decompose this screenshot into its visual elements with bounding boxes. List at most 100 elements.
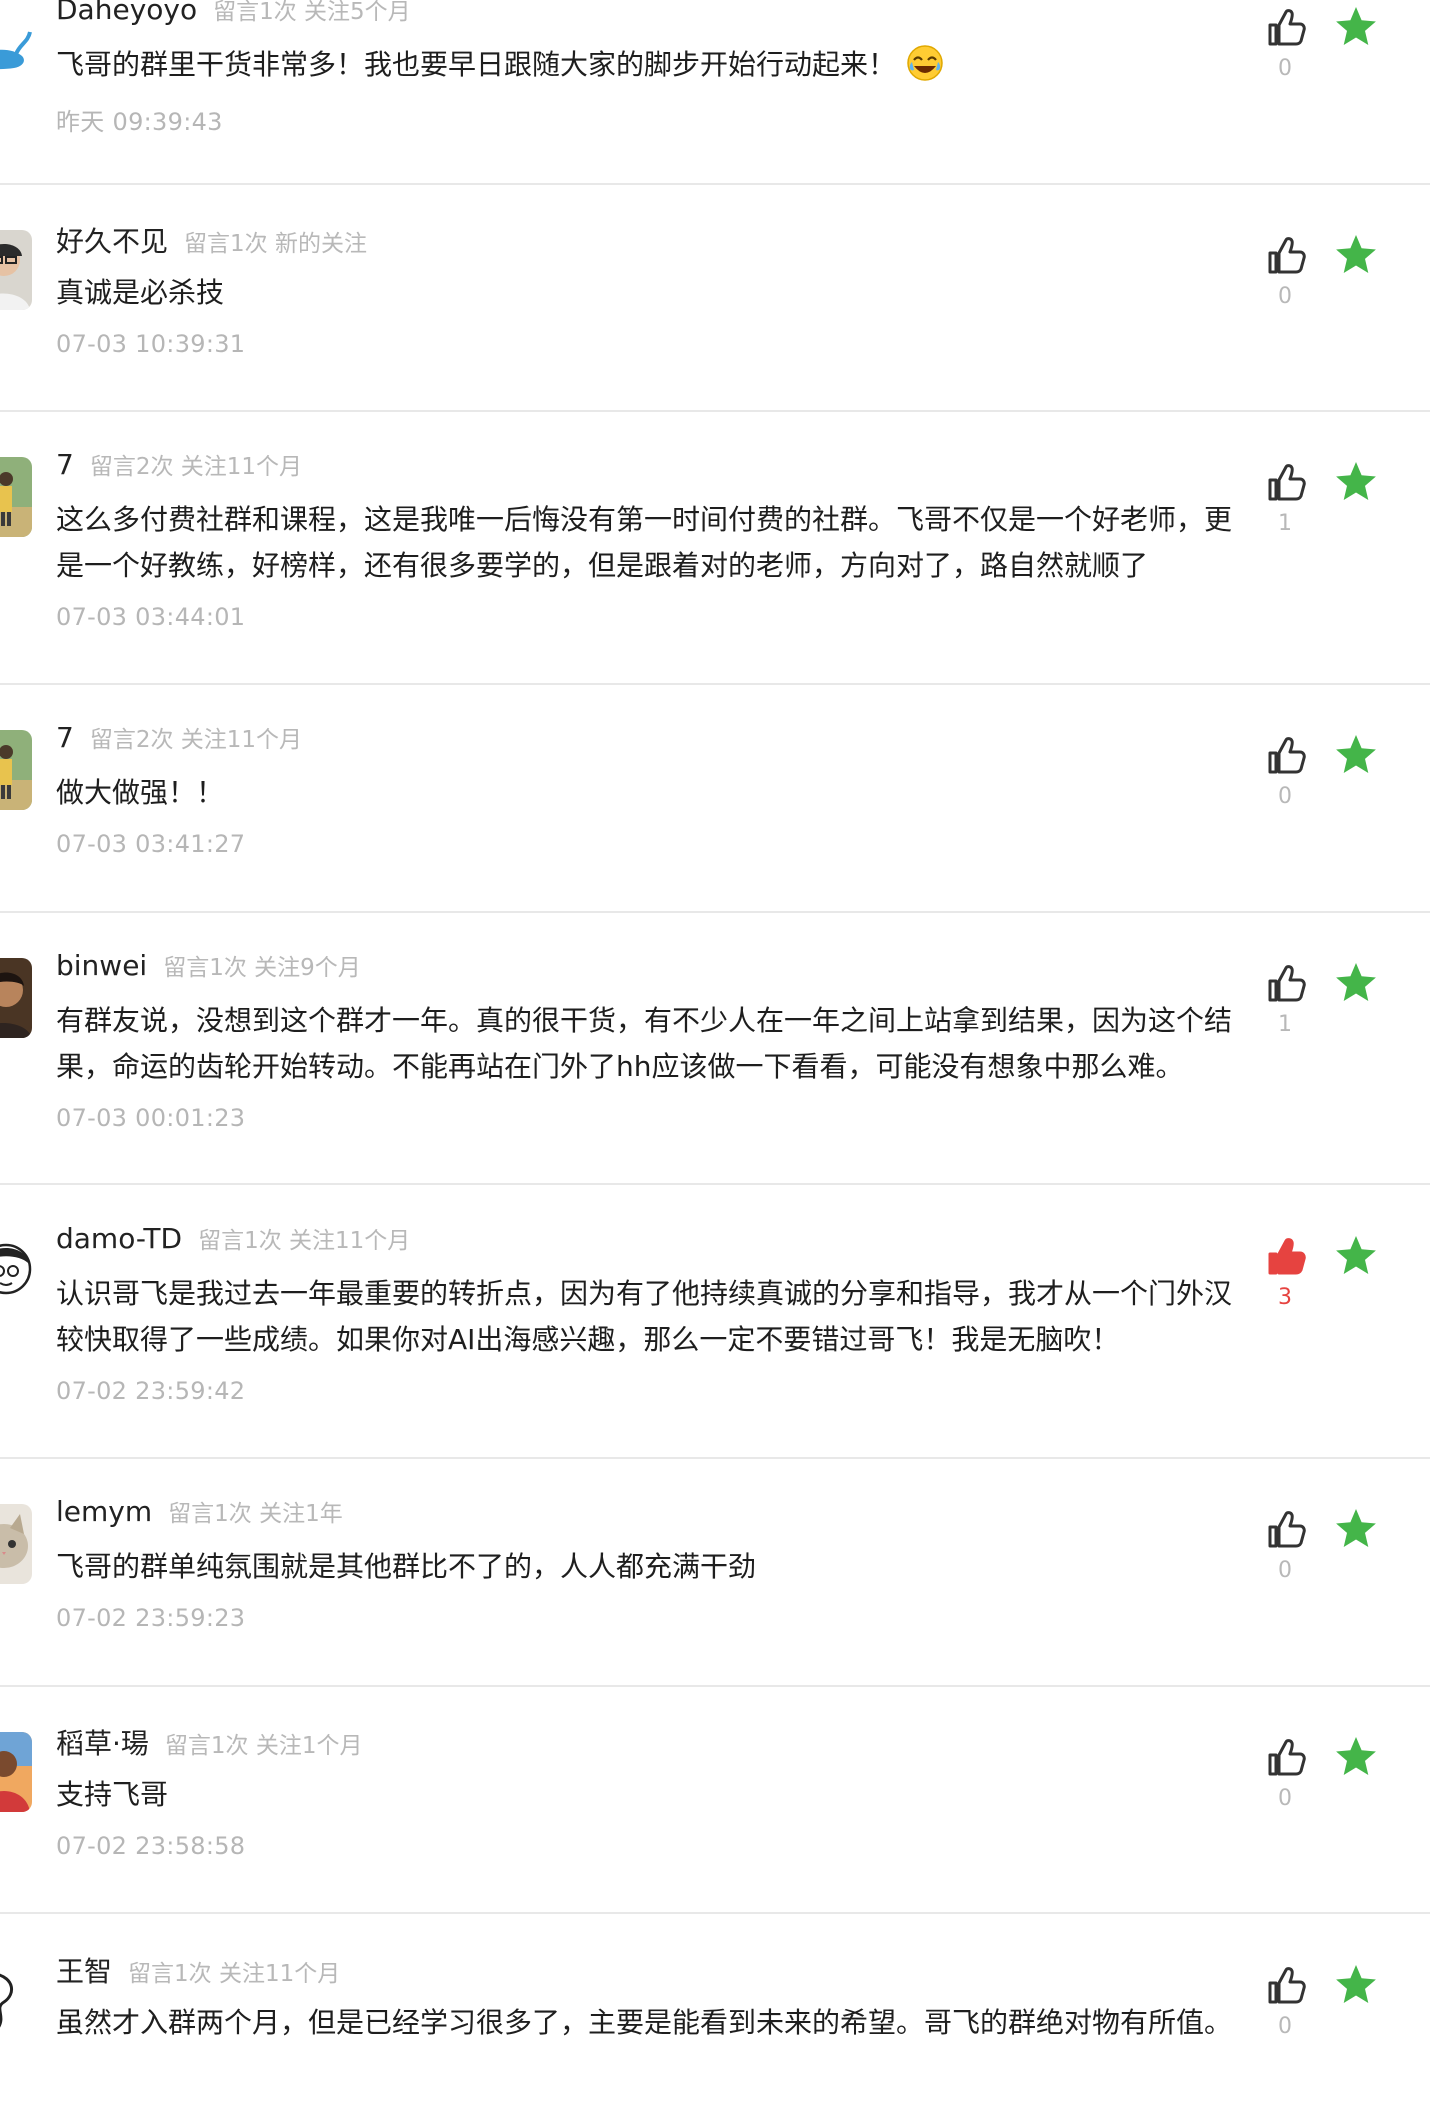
user-meta: 留言1次 关注11个月 bbox=[128, 1961, 341, 1987]
star-button[interactable] bbox=[1333, 1233, 1379, 1279]
star-button[interactable] bbox=[1333, 1962, 1379, 2008]
comment-text: 支持飞哥 bbox=[56, 1772, 1236, 1818]
like-count: 1 bbox=[1278, 511, 1292, 536]
user-avatar[interactable] bbox=[0, 1960, 32, 2040]
user-avatar[interactable] bbox=[0, 730, 32, 810]
comment-header: 稻草·瑒 留言1次 关注1个月 bbox=[56, 1722, 362, 1762]
comment-text: 虽然才入群两个月，但是已经学习很多了，主要是能看到未来的希望。哥飞的群绝对物有所… bbox=[56, 2000, 1236, 2046]
star-icon bbox=[1336, 7, 1376, 45]
comment-text: 飞哥的群单纯氛围就是其他群比不了的，人人都充满干劲 bbox=[56, 1544, 1236, 1590]
comment-time: 07-03 03:44:01 bbox=[56, 603, 246, 631]
like-count: 0 bbox=[1278, 1786, 1292, 1811]
like-button[interactable] bbox=[1262, 4, 1308, 50]
user-avatar[interactable] bbox=[0, 457, 32, 537]
user-avatar[interactable] bbox=[0, 230, 32, 310]
username[interactable]: lemym bbox=[56, 1495, 152, 1528]
username[interactable]: binwei bbox=[56, 949, 147, 982]
like-button[interactable] bbox=[1262, 1962, 1308, 2008]
star-icon bbox=[1336, 963, 1376, 1001]
comment-header: Daheyoyo 留言1次 关注5个月 bbox=[56, 0, 411, 26]
comment-body: 虽然才入群两个月，但是已经学习很多了，主要是能看到未来的希望。哥飞的群绝对物有所… bbox=[56, 2006, 1233, 2039]
like-button[interactable] bbox=[1262, 459, 1308, 505]
comment-time: 昨天 09:39:43 bbox=[56, 108, 223, 136]
like-button[interactable] bbox=[1262, 732, 1308, 778]
comment-body: 飞哥的群里干货非常多！我也要早日跟随大家的脚步开始行动起来！ bbox=[56, 48, 897, 81]
comment-time: 07-03 10:39:31 bbox=[56, 330, 246, 358]
comment-divider bbox=[0, 183, 1430, 185]
user-meta: 留言1次 关注9个月 bbox=[163, 955, 361, 981]
thumbs-up-icon bbox=[1268, 1739, 1306, 1776]
user-meta: 留言1次 关注11个月 bbox=[198, 1228, 411, 1254]
comment-text: 飞哥的群里干货非常多！我也要早日跟随大家的脚步开始行动起来！ bbox=[56, 42, 1236, 88]
comment-header: binwei 留言1次 关注9个月 bbox=[56, 948, 361, 982]
user-avatar[interactable] bbox=[0, 2, 32, 82]
user-meta: 留言2次 关注11个月 bbox=[89, 454, 303, 480]
comment-time: 07-02 23:59:42 bbox=[56, 1377, 246, 1405]
like-button[interactable] bbox=[1262, 232, 1308, 278]
like-count: 0 bbox=[1278, 56, 1292, 81]
like-button[interactable] bbox=[1262, 1506, 1308, 1552]
comment-divider bbox=[0, 1912, 1430, 1914]
star-button[interactable] bbox=[1333, 732, 1379, 778]
username[interactable]: 王智 bbox=[56, 1955, 112, 1988]
comment-body: 这么多付费社群和课程，这是我唯一后悔没有第一时间付费的社群。飞哥不仅是一个好老师… bbox=[56, 503, 1233, 582]
star-icon bbox=[1336, 735, 1376, 773]
star-button[interactable] bbox=[1333, 232, 1379, 278]
username[interactable]: damo-TD bbox=[56, 1222, 182, 1255]
comment-body: 支持飞哥 bbox=[56, 1778, 169, 1811]
like-count: 0 bbox=[1278, 784, 1292, 809]
star-button[interactable] bbox=[1333, 459, 1379, 505]
comment-divider bbox=[0, 683, 1430, 685]
comment-header: lemym 留言1次 关注1年 bbox=[56, 1494, 343, 1528]
comment-divider bbox=[0, 1457, 1430, 1459]
comment-divider bbox=[0, 1685, 1430, 1687]
thumbs-up-icon bbox=[1268, 464, 1306, 501]
laughing-tears-emoji bbox=[907, 45, 943, 81]
thumbs-up-icon bbox=[1268, 1967, 1306, 2004]
star-button[interactable] bbox=[1333, 960, 1379, 1006]
comment-time: 07-02 23:59:23 bbox=[56, 1604, 246, 1632]
star-icon bbox=[1336, 462, 1376, 500]
comment-text: 真诚是必杀技 bbox=[56, 270, 1236, 316]
comment-time: 07-02 23:58:58 bbox=[56, 1832, 246, 1860]
like-count: 0 bbox=[1278, 1558, 1292, 1583]
username[interactable]: 7 bbox=[56, 448, 74, 481]
star-icon bbox=[1336, 1509, 1376, 1547]
like-count: 1 bbox=[1278, 1012, 1292, 1037]
username[interactable]: 7 bbox=[56, 721, 74, 754]
comment-header: 好久不见 留言1次 新的关注 bbox=[56, 220, 367, 260]
username[interactable]: 稻草·瑒 bbox=[56, 1727, 149, 1760]
user-avatar[interactable] bbox=[0, 1732, 32, 1812]
user-meta: 留言2次 关注11个月 bbox=[89, 727, 303, 753]
like-button[interactable] bbox=[1262, 1233, 1308, 1279]
like-count: 3 bbox=[1278, 1285, 1292, 1310]
comment-divider bbox=[0, 1183, 1430, 1185]
star-button[interactable] bbox=[1333, 4, 1379, 50]
like-button[interactable] bbox=[1262, 1734, 1308, 1780]
thumbs-up-icon bbox=[1268, 9, 1306, 46]
star-button[interactable] bbox=[1333, 1734, 1379, 1780]
user-avatar[interactable] bbox=[0, 1231, 32, 1311]
comment-divider bbox=[0, 911, 1430, 913]
comment-list: Daheyoyo 留言1次 关注5个月飞哥的群里干货非常多！我也要早日跟随大家的脚… bbox=[0, 0, 1437, 2121]
username[interactable]: Daheyoyo bbox=[56, 0, 197, 26]
comment-body: 有群友说，没想到这个群才一年。真的很干货，有不少人在一年之间上站拿到结果，因为这… bbox=[56, 1004, 1233, 1083]
thumbs-up-icon bbox=[1268, 237, 1306, 274]
star-icon bbox=[1336, 235, 1376, 273]
comment-time: 07-03 00:01:23 bbox=[56, 1104, 246, 1132]
star-icon bbox=[1336, 1737, 1376, 1775]
comment-divider bbox=[0, 410, 1430, 412]
comment-text: 这么多付费社群和课程，这是我唯一后悔没有第一时间付费的社群。飞哥不仅是一个好老师… bbox=[56, 497, 1236, 589]
star-icon bbox=[1336, 1965, 1376, 2003]
user-avatar[interactable] bbox=[0, 1504, 32, 1584]
comment-header: 7 留言2次 关注11个月 bbox=[56, 720, 302, 754]
like-button[interactable] bbox=[1262, 960, 1308, 1006]
like-count: 0 bbox=[1278, 284, 1292, 309]
user-meta: 留言1次 新的关注 bbox=[184, 231, 367, 257]
star-button[interactable] bbox=[1333, 1506, 1379, 1552]
user-avatar[interactable] bbox=[0, 958, 32, 1038]
username[interactable]: 好久不见 bbox=[56, 225, 168, 258]
comment-body: 认识哥飞是我过去一年最重要的转折点，因为有了他持续真诚的分享和指导，我才从一个门… bbox=[56, 1277, 1233, 1356]
like-count: 0 bbox=[1278, 2014, 1292, 2039]
thumbs-up-icon bbox=[1268, 737, 1306, 774]
